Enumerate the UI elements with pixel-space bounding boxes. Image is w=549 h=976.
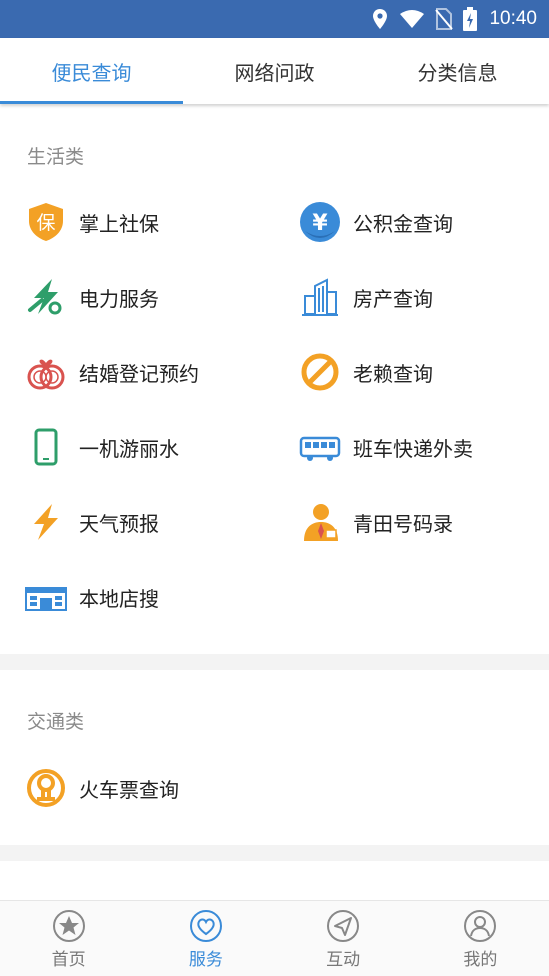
tab-classified-info[interactable]: 分类信息 — [366, 38, 549, 104]
yen-glyph: ¥ — [312, 211, 328, 236]
item-label: 一机游丽水 — [79, 436, 179, 461]
bus-icon — [299, 426, 341, 468]
railway-logo-icon — [25, 767, 67, 809]
lightning-bolt-icon — [25, 501, 67, 543]
heart-circle-icon — [189, 910, 222, 942]
buildings-icon — [299, 276, 341, 318]
section-title-life: 生活类 — [27, 146, 85, 168]
item-label: 公积金查询 — [353, 211, 453, 236]
yen-coin-icon: ¥ — [299, 201, 341, 243]
item-marriage-appointment[interactable]: 结婚登记预约 — [25, 347, 199, 397]
section-divider — [0, 845, 549, 861]
item-power-service[interactable]: 电力服务 — [25, 272, 159, 322]
status-bar: 10:40 — [0, 0, 549, 38]
prohibited-icon — [299, 351, 341, 393]
no-sim-icon — [435, 8, 454, 30]
nav-interact[interactable]: 互动 — [275, 901, 412, 976]
nav-label: 我的 — [463, 950, 498, 970]
section-divider — [0, 654, 549, 670]
item-debtor-query[interactable]: 老赖查询 — [299, 347, 433, 397]
item-label: 结婚登记预约 — [79, 361, 199, 386]
item-local-shop-search[interactable]: 本地店搜 — [25, 572, 159, 622]
tab-online-politics[interactable]: 网络问政 — [183, 38, 366, 104]
social-security-shield-icon: 保 — [25, 201, 67, 243]
nav-mine[interactable]: 我的 — [412, 901, 549, 976]
item-label: 房产查询 — [353, 286, 433, 311]
storefront-icon — [25, 576, 67, 618]
lightning-wrench-icon — [25, 276, 67, 318]
user-circle-icon — [464, 910, 497, 942]
item-label: 老赖查询 — [353, 361, 433, 386]
item-property-query[interactable]: 房产查询 — [299, 272, 433, 322]
nav-home[interactable]: 首页 — [0, 901, 137, 976]
person-tie-icon — [299, 501, 341, 543]
top-tabs: 便民查询 网络问政 分类信息 — [0, 38, 549, 104]
mobile-phone-icon — [25, 426, 67, 468]
bottom-nav: 首页 服务 互动 我的 — [0, 900, 549, 976]
item-qingtian-directory[interactable]: 青田号码录 — [299, 497, 453, 547]
nav-label: 服务 — [188, 950, 223, 970]
status-icons: 10:40 — [371, 0, 537, 38]
star-circle-icon — [52, 910, 85, 942]
section-title-traffic: 交通类 — [27, 711, 85, 733]
item-label: 青田号码录 — [353, 511, 453, 536]
tab-convenience-query[interactable]: 便民查询 — [0, 38, 183, 104]
status-time: 10:40 — [489, 8, 537, 29]
item-label: 火车票查询 — [79, 777, 179, 802]
item-label: 掌上社保 — [79, 211, 159, 236]
item-lishui-tour[interactable]: 一机游丽水 — [25, 422, 179, 472]
item-label: 班车快递外卖 — [353, 436, 473, 461]
item-housing-fund[interactable]: ¥ 公积金查询 — [299, 197, 453, 247]
item-train-ticket-query[interactable]: 火车票查询 — [25, 763, 179, 813]
nav-service[interactable]: 服务 — [137, 901, 274, 976]
item-social-security[interactable]: 保 掌上社保 — [25, 197, 159, 247]
item-bus-delivery[interactable]: 班车快递外卖 — [299, 422, 473, 472]
paper-plane-circle-icon — [327, 910, 360, 942]
item-label: 天气预报 — [79, 511, 159, 536]
item-label: 电力服务 — [79, 286, 159, 311]
wedding-rings-icon — [25, 351, 67, 393]
nav-label: 互动 — [326, 950, 361, 970]
item-weather-forecast[interactable]: 天气预报 — [25, 497, 159, 547]
service-content: 生活类 保 掌上社保 ¥ 公积金查询 电力服务 房产查询 结婚登记预约 老赖查询… — [0, 104, 549, 900]
location-icon — [373, 9, 388, 29]
battery-charging-icon — [463, 7, 478, 31]
wifi-icon — [400, 10, 425, 28]
item-label: 本地店搜 — [79, 586, 159, 611]
shield-glyph: 保 — [36, 212, 55, 234]
nav-label: 首页 — [51, 950, 86, 970]
